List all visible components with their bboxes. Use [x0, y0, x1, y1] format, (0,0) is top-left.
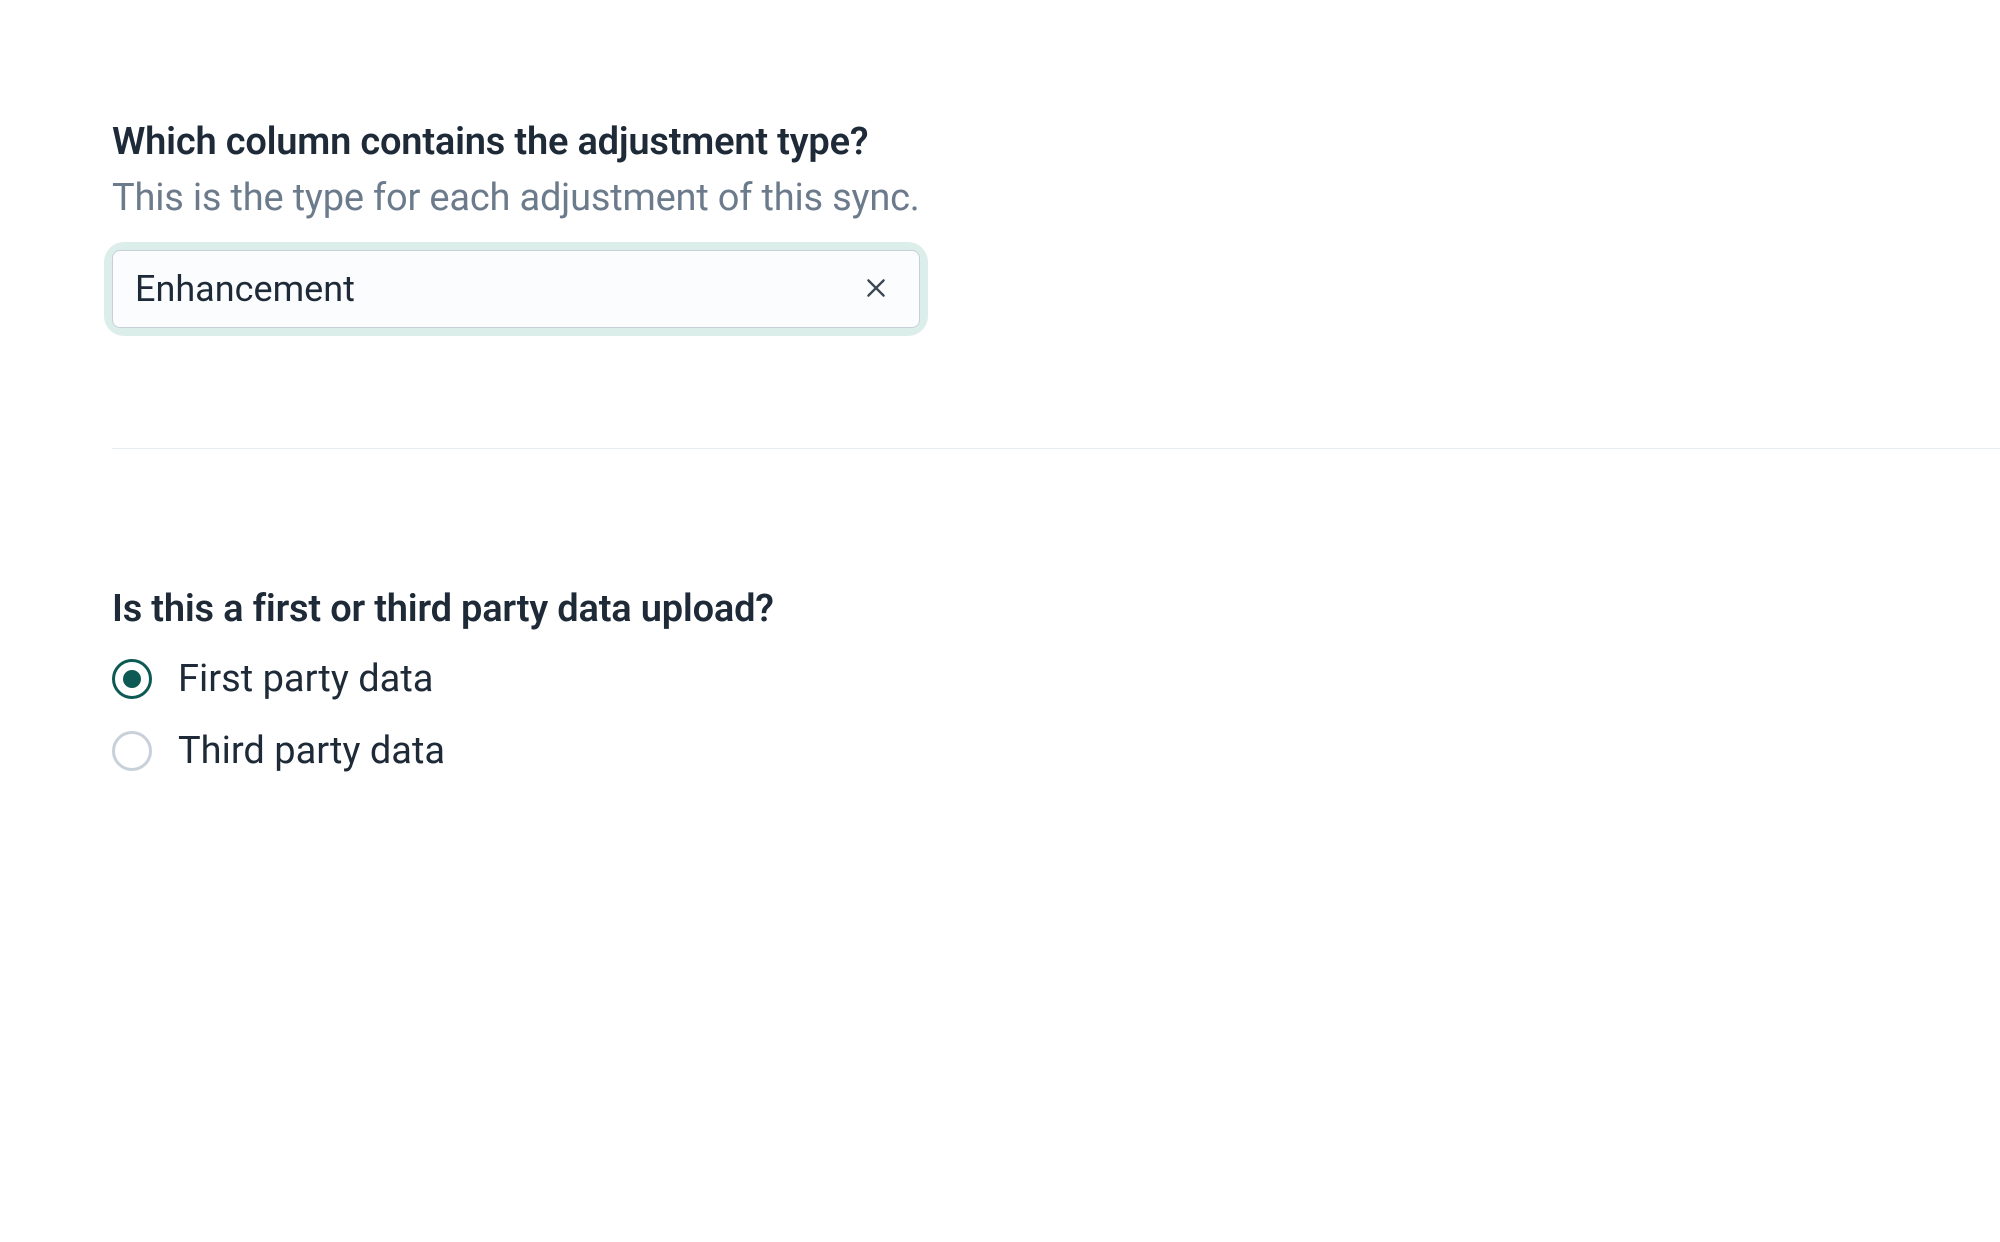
radio-label: First party data	[178, 657, 433, 701]
adjustment-type-value: Enhancement	[135, 268, 355, 310]
data-upload-radio-group: First party data Third party data	[112, 657, 2000, 773]
adjustment-type-question: Which column contains the adjustment typ…	[112, 120, 2000, 164]
clear-button[interactable]	[855, 268, 897, 310]
radio-label: Third party data	[178, 729, 445, 773]
radio-dot-icon	[123, 670, 141, 688]
adjustment-type-section: Which column contains the adjustment typ…	[112, 120, 2000, 328]
radio-option-third-party[interactable]: Third party data	[112, 729, 2000, 773]
adjustment-type-description: This is the type for each adjustment of …	[112, 176, 2000, 220]
radio-option-first-party[interactable]: First party data	[112, 657, 2000, 701]
close-icon	[863, 275, 889, 304]
radio-indicator	[112, 731, 152, 771]
adjustment-type-select-wrapper: Enhancement	[112, 250, 920, 328]
data-upload-question: Is this a first or third party data uplo…	[112, 587, 2000, 631]
data-upload-section: Is this a first or third party data uplo…	[112, 449, 2000, 773]
adjustment-type-select[interactable]: Enhancement	[112, 250, 920, 328]
radio-indicator	[112, 659, 152, 699]
